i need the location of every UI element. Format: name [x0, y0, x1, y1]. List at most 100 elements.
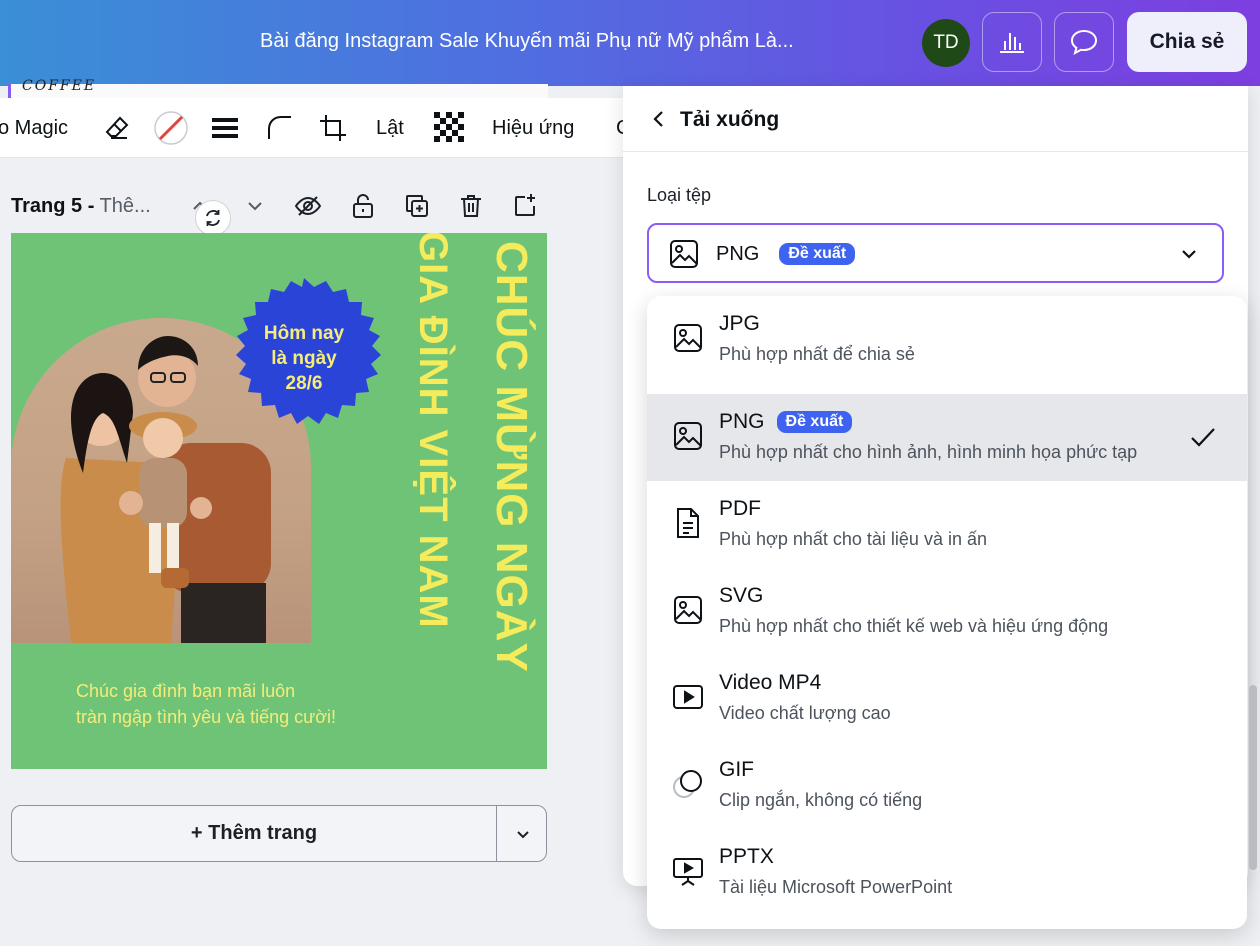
file-type-dropdown: JPG Phù hợp nhất để chia sẻ PNG Đề xuất P…: [647, 296, 1247, 929]
option-title: PNG Đề xuất: [719, 410, 853, 434]
document-icon: [677, 508, 699, 538]
add-page-button[interactable]: [511, 192, 539, 220]
file-type-option-gif[interactable]: GIF Clip ngắn, không có tiếng: [647, 742, 1247, 829]
back-button[interactable]: [647, 107, 671, 131]
file-type-label: Loại tệp: [647, 185, 712, 205]
file-type-option-pdf[interactable]: PDF Phù hợp nhất cho tài liệu và in ấn: [647, 481, 1247, 568]
option-title-text: PNG: [719, 410, 765, 433]
trash-icon: [461, 195, 481, 217]
option-title: JPG: [719, 312, 760, 335]
option-icon: [671, 767, 705, 801]
option-icon: [671, 854, 705, 888]
hide-page-button[interactable]: [294, 192, 322, 220]
delete-page-button[interactable]: [457, 192, 485, 220]
vertical-headline-1[interactable]: CHÚC MỪNG NGÀY: [481, 241, 541, 769]
option-title: Video MP4: [719, 671, 822, 694]
add-page-options-button[interactable]: [498, 806, 548, 861]
option-description: Phù hợp nhất để chia sẻ: [719, 344, 915, 364]
border-weight-button[interactable]: [211, 98, 239, 158]
add-page-main-button[interactable]: + Thêm trang: [12, 806, 497, 861]
chevron-down-icon: [1182, 250, 1196, 259]
flip-button[interactable]: Lật: [376, 98, 404, 158]
badge-line: 28/6: [285, 373, 323, 394]
transparency-icon: [434, 112, 464, 142]
effects-label: Hiệu ứng: [492, 116, 575, 139]
file-type-format: PNG: [716, 243, 760, 265]
corner-rounding-button[interactable]: [266, 98, 294, 158]
page-title[interactable]: Trang 5 - Thê...: [11, 195, 151, 218]
option-icon: [671, 321, 705, 355]
effects-button[interactable]: Hiệu ứng: [492, 98, 574, 158]
recommended-badge: Đề xuất: [776, 411, 853, 433]
option-description: Clip ngắn, không có tiếng: [719, 790, 923, 810]
file-type-value: PNG Đề xuất: [716, 243, 856, 266]
page-number: Trang 5 -: [11, 195, 95, 217]
file-type-option-pptx[interactable]: PPTX Tài liệu Microsoft PowerPoint: [647, 829, 1247, 916]
crop-button[interactable]: [318, 98, 348, 158]
duplicate-page-button[interactable]: [403, 192, 431, 220]
option-title: PPTX: [719, 845, 774, 868]
option-description: Phù hợp nhất cho thiết kế web và hiệu ứn…: [719, 616, 1109, 636]
magic-tool-button[interactable]: o Magic: [0, 98, 68, 158]
rotate-handle[interactable]: [195, 200, 231, 236]
image-icon: [674, 596, 702, 624]
date-badge-text: Hôm nay là ngày 28/6: [224, 321, 384, 396]
checkmark-icon: [1191, 428, 1215, 447]
magic-tool-label: o Magic: [0, 116, 69, 139]
image-icon: [674, 422, 702, 450]
editor-toolbar: o Magic Lật Hiệu ứng: [0, 98, 630, 158]
avatar[interactable]: TD: [922, 19, 970, 67]
bar-chart-icon: [1000, 33, 1024, 53]
top-bar: Bài đăng Instagram Sale Khuyến mãi Phụ n…: [0, 0, 1260, 86]
option-title: SVG: [719, 584, 764, 607]
insights-button[interactable]: [982, 12, 1042, 72]
lock-icon: [353, 194, 373, 218]
wish-text[interactable]: Chúc gia đình bạn mãi luôn tràn ngập tìn…: [76, 678, 336, 730]
file-type-option-mp4[interactable]: Video MP4 Video chất lượng cao: [647, 655, 1247, 742]
option-description: Video chất lượng cao: [719, 703, 891, 723]
add-page-control: + Thêm trang: [11, 805, 547, 862]
move-page-down-button[interactable]: [241, 192, 269, 220]
transparency-button[interactable]: [434, 98, 466, 158]
eraser-button[interactable]: [103, 98, 131, 158]
file-type-select[interactable]: PNG Đề xuất: [647, 223, 1224, 283]
wish-line: Chúc gia đình bạn mãi luôn: [76, 681, 296, 701]
download-panel-title: Tải xuống: [680, 108, 780, 131]
document-title[interactable]: Bài đăng Instagram Sale Khuyến mãi Phụ n…: [260, 30, 880, 53]
color-button[interactable]: [153, 98, 189, 158]
previous-page-text: COFFEE: [22, 78, 97, 94]
chevron-down-icon: [517, 830, 529, 838]
recommended-badge: Đề xuất: [779, 243, 856, 265]
comment-icon: [1070, 29, 1098, 55]
file-type-option-jpg[interactable]: JPG Phù hợp nhất để chia sẻ: [647, 296, 1247, 383]
file-type-option-png[interactable]: PNG Đề xuất Phù hợp nhất cho hình ảnh, hì…: [647, 394, 1247, 481]
presentation-icon: [673, 858, 703, 886]
badge-line: Hôm nay: [263, 323, 345, 344]
chevron-left-icon: [653, 111, 663, 127]
page-title-text: Thê...: [94, 195, 151, 217]
chevron-down-icon: [248, 202, 262, 211]
rotate-icon: [206, 210, 220, 226]
option-description: Tài liệu Microsoft PowerPoint: [719, 877, 953, 897]
corner-rounding-icon: [268, 116, 291, 139]
eraser-icon: [105, 116, 129, 139]
color-none-icon: [154, 111, 188, 145]
comments-button[interactable]: [1054, 12, 1114, 72]
gif-icon: [673, 770, 702, 798]
video-icon: [673, 685, 703, 709]
badge-line: là ngày: [271, 348, 337, 369]
share-button[interactable]: Chia sẻ: [1127, 12, 1247, 72]
file-type-option-svg[interactable]: SVG Phù hợp nhất cho thiết kế web và hiệ…: [647, 568, 1247, 655]
option-description: Phù hợp nhất cho hình ảnh, hình minh họa…: [719, 442, 1138, 462]
flip-label: Lật: [376, 116, 404, 139]
option-icon: [671, 419, 705, 453]
download-panel-header: Tải xuống: [623, 86, 1248, 152]
scrollbar-thumb[interactable]: [1249, 685, 1257, 870]
design-canvas[interactable]: Hôm nay là ngày 28/6 CHÚC MỪNG NGÀY GIA …: [11, 233, 547, 769]
lock-page-button[interactable]: [349, 192, 377, 220]
border-weight-icon: [212, 118, 238, 138]
option-description: Phù hợp nhất cho tài liệu và in ấn: [719, 529, 987, 549]
option-icon: [671, 593, 705, 627]
vertical-headline-2[interactable]: GIA ĐÌNH VIỆT NAM: [409, 233, 457, 767]
wish-line: tràn ngập tình yêu và tiếng cười!: [76, 707, 337, 727]
